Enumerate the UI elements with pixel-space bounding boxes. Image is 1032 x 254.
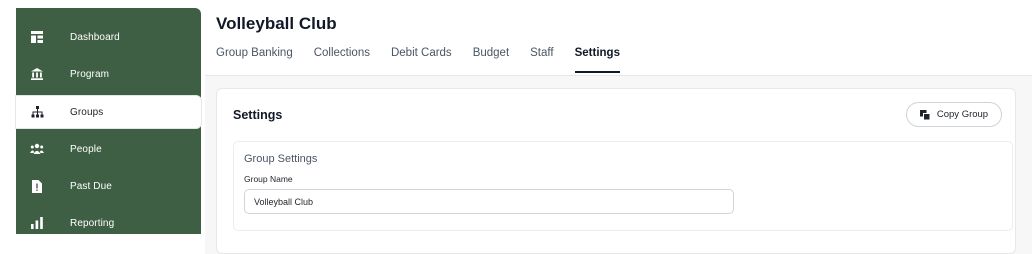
sidebar-item-label: Dashboard — [70, 31, 120, 43]
tab-settings[interactable]: Settings — [574, 47, 621, 75]
sidebar-item-label: Program — [70, 68, 110, 80]
dashboard-icon — [30, 30, 44, 44]
group-settings-section — [233, 141, 1013, 231]
tab-staff[interactable]: Staff — [530, 47, 553, 75]
people-icon — [30, 142, 44, 156]
group-name-label: Group Name — [244, 174, 293, 184]
tab-budget[interactable]: Budget — [473, 47, 509, 75]
sidebar-item-program[interactable]: Program — [16, 58, 201, 90]
sidebar: Dashboard Program Groups People Past Due… — [16, 8, 201, 234]
tab-bar: Group Banking Collections Debit Cards Bu… — [216, 47, 641, 75]
tab-collections[interactable]: Collections — [314, 47, 370, 75]
page-title: Volleyball Club — [216, 14, 337, 33]
group-name-input[interactable] — [244, 189, 734, 214]
document-alert-icon — [30, 179, 44, 193]
sidebar-item-label: Past Due — [70, 180, 112, 192]
sidebar-item-reporting[interactable]: Reporting — [16, 207, 201, 239]
copy-group-label: Copy Group — [936, 109, 989, 120]
sidebar-item-people[interactable]: People — [16, 133, 201, 165]
tab-group-banking[interactable]: Group Banking — [216, 47, 293, 75]
copy-group-button[interactable]: Copy Group — [906, 102, 1002, 127]
sidebar-item-label: Reporting — [70, 217, 115, 229]
bank-icon — [30, 67, 44, 81]
bar-chart-icon — [30, 216, 44, 230]
settings-title: Settings — [233, 108, 283, 122]
sidebar-item-label: Groups — [70, 106, 104, 118]
sidebar-item-past-due[interactable]: Past Due — [16, 170, 201, 202]
sidebar-item-label: People — [70, 143, 102, 155]
sidebar-item-dashboard[interactable]: Dashboard — [16, 21, 201, 53]
sidebar-item-groups[interactable]: Groups — [16, 96, 201, 128]
org-chart-icon — [30, 105, 44, 119]
group-settings-title: Group Settings — [244, 153, 318, 165]
tab-debit-cards[interactable]: Debit Cards — [391, 47, 452, 75]
copy-icon — [919, 109, 931, 120]
